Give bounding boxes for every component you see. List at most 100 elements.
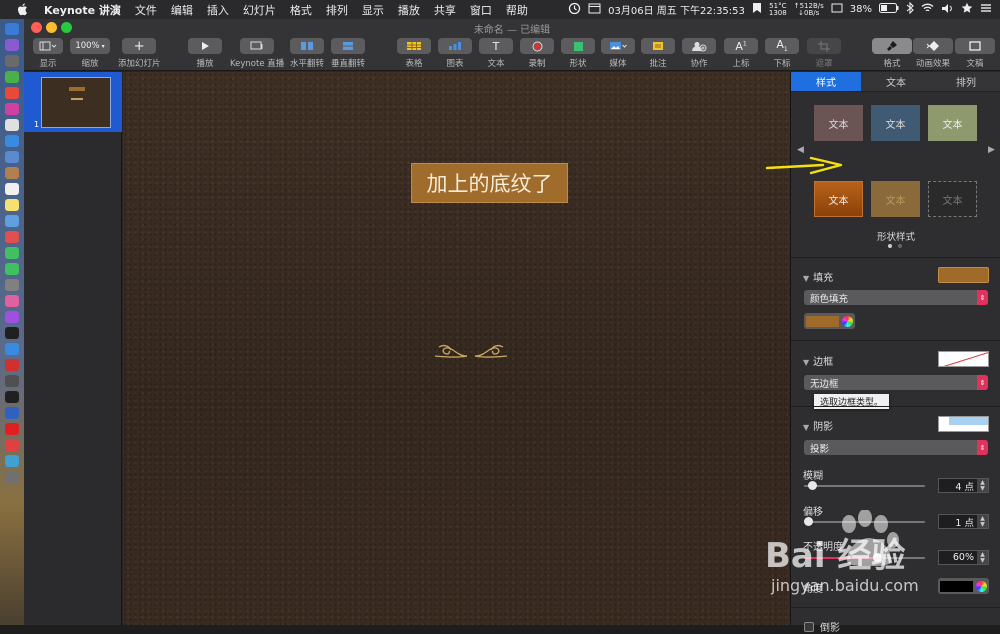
dock-chrome-icon[interactable] <box>5 87 19 99</box>
tab-arrange[interactable]: 排列 <box>931 72 1000 92</box>
menu-share[interactable]: 共享 <box>434 2 456 18</box>
style-swatch-3[interactable]: 文本 <box>928 105 977 141</box>
screen-icon[interactable] <box>831 2 843 17</box>
menu-file[interactable]: 文件 <box>135 2 157 18</box>
menu-insert[interactable]: 插入 <box>207 2 229 18</box>
page-dot-active[interactable] <box>888 244 892 248</box>
stepper-arrows-icon[interactable]: ▲ ▼ <box>977 479 988 492</box>
blur-slider[interactable] <box>804 481 925 490</box>
menu-help[interactable]: 帮助 <box>506 2 528 18</box>
play-button[interactable]: 播放 <box>188 38 222 69</box>
dock-app-icon[interactable] <box>5 103 19 115</box>
flip-horizontal-button[interactable]: 水平翻转 <box>290 38 324 69</box>
dock-terminal-icon[interactable] <box>5 391 19 403</box>
border-color-well[interactable] <box>938 351 989 367</box>
shape-button[interactable]: 形状 <box>561 38 595 69</box>
dock-wechat-icon[interactable] <box>5 263 19 275</box>
battery-percent[interactable]: 38% <box>850 4 872 15</box>
star-icon[interactable] <box>961 2 973 17</box>
dock-app-icon[interactable] <box>5 375 19 387</box>
style-swatch-2[interactable]: 文本 <box>871 105 920 141</box>
menu-view[interactable]: 显示 <box>362 2 384 18</box>
wifi-icon[interactable] <box>921 3 934 16</box>
style-swatch-5[interactable]: 文本 <box>871 181 920 217</box>
chevron-right-icon[interactable]: ▶ <box>988 145 995 155</box>
dock-messages-icon[interactable] <box>5 247 19 259</box>
slide-thumbnail-selected[interactable]: 1 <box>24 72 122 132</box>
bluetooth-icon[interactable] <box>906 1 914 17</box>
reflection-checkbox[interactable] <box>804 621 814 632</box>
zoom-control[interactable]: 100% ▾ 缩放 <box>70 38 110 69</box>
dock-appstore-icon[interactable] <box>5 343 19 355</box>
dock-app-icon[interactable] <box>5 439 19 451</box>
keynote-live-button[interactable]: Keynote 直播 <box>230 38 284 69</box>
ornament-icon[interactable] <box>411 340 531 365</box>
fill-color-well[interactable] <box>938 267 989 283</box>
dock-finder-icon[interactable] <box>5 23 19 35</box>
animate-button[interactable]: 动画效果 <box>913 38 953 69</box>
dock-app-icon[interactable] <box>5 71 19 83</box>
slide-canvas[interactable]: 加上的底纹了 <box>123 72 790 625</box>
menu-play[interactable]: 播放 <box>398 2 420 18</box>
border-section-header[interactable]: ▼ 边框 <box>803 353 833 368</box>
fill-color-picker[interactable] <box>804 313 855 329</box>
dock-safari-icon[interactable] <box>5 55 19 67</box>
dock-podcasts-icon[interactable] <box>5 311 19 323</box>
dock-music-icon[interactable] <box>5 295 19 307</box>
text-button[interactable]: T 文本 <box>479 38 513 69</box>
style-swatch-1[interactable]: 文本 <box>814 105 863 141</box>
view-button[interactable]: 显示 <box>33 38 63 69</box>
collaborate-button[interactable]: 协作 <box>682 38 716 69</box>
calendar-icon[interactable] <box>588 2 601 17</box>
format-button[interactable]: 格式 <box>872 38 912 69</box>
dock-app-icon[interactable] <box>5 279 19 291</box>
shadow-preview[interactable] <box>938 416 989 432</box>
control-center-icon[interactable] <box>980 3 992 16</box>
dock-app-icon[interactable] <box>5 151 19 163</box>
fill-type-select[interactable]: 颜色填充 ⇕ <box>804 290 988 305</box>
tab-text[interactable]: 文本 <box>861 72 931 92</box>
fill-section-header[interactable]: ▼ 填充 <box>803 269 833 284</box>
sensor-readout[interactable]: 51°C 1308 <box>769 2 787 17</box>
apple-menu-icon[interactable] <box>14 3 30 16</box>
subscript-button[interactable]: A1 下标 <box>765 38 799 69</box>
dock-tv-icon[interactable] <box>5 327 19 339</box>
border-type-select[interactable]: 无边框 ⇕ <box>804 375 988 390</box>
volume-icon[interactable] <box>941 3 954 17</box>
menu-app-name[interactable]: Keynote 讲演 <box>44 2 121 18</box>
record-button[interactable]: 录制 <box>520 38 554 69</box>
add-slide-button[interactable]: + 添加幻灯片 <box>118 38 161 69</box>
network-readout[interactable]: ↑512B/s ↓0B/s <box>794 2 824 17</box>
battery-icon[interactable] <box>879 3 899 16</box>
menu-edit[interactable]: 编辑 <box>171 2 193 18</box>
menu-window[interactable]: 窗口 <box>470 2 492 18</box>
bookmark-icon[interactable] <box>752 2 762 17</box>
flip-vertical-button[interactable]: 垂直翻转 <box>331 38 365 69</box>
dock-app-icon[interactable] <box>5 455 19 467</box>
slide-thumbnail[interactable] <box>41 77 111 128</box>
dock-app-icon[interactable] <box>5 167 19 179</box>
zoom-select[interactable]: 100% ▾ <box>70 38 110 54</box>
menu-arrange[interactable]: 排列 <box>326 2 348 18</box>
page-dot[interactable] <box>898 244 902 248</box>
dock-app-icon[interactable] <box>5 359 19 371</box>
dock-vpn-icon[interactable] <box>5 407 19 419</box>
dock-app-icon[interactable] <box>5 423 19 435</box>
style-swatch-4[interactable]: 文本 <box>814 181 863 217</box>
blur-stepper[interactable]: 4 点 ▲ ▼ <box>938 478 989 493</box>
menu-format[interactable]: 格式 <box>290 2 312 18</box>
mask-button[interactable]: 遮罩 <box>807 38 841 69</box>
sync-icon[interactable] <box>568 2 581 18</box>
dock-app-icon[interactable] <box>5 119 19 131</box>
style-swatch-6[interactable]: 文本 <box>928 181 977 217</box>
dock-calendar-icon[interactable] <box>5 183 19 195</box>
dock-trash-icon[interactable] <box>5 471 19 483</box>
media-button[interactable]: 媒体 <box>601 38 635 69</box>
dock-notes-icon[interactable] <box>5 199 19 211</box>
clock-text[interactable]: 03月06日 周五 下午22:35:53 <box>608 2 745 17</box>
blur-slider-knob[interactable] <box>808 481 818 490</box>
table-button[interactable]: 表格 <box>397 38 431 69</box>
reflection-checkbox-row[interactable]: 倒影 <box>804 619 840 634</box>
dock-app-icon[interactable] <box>5 231 19 243</box>
slide-text-box[interactable]: 加上的底纹了 <box>411 163 568 203</box>
